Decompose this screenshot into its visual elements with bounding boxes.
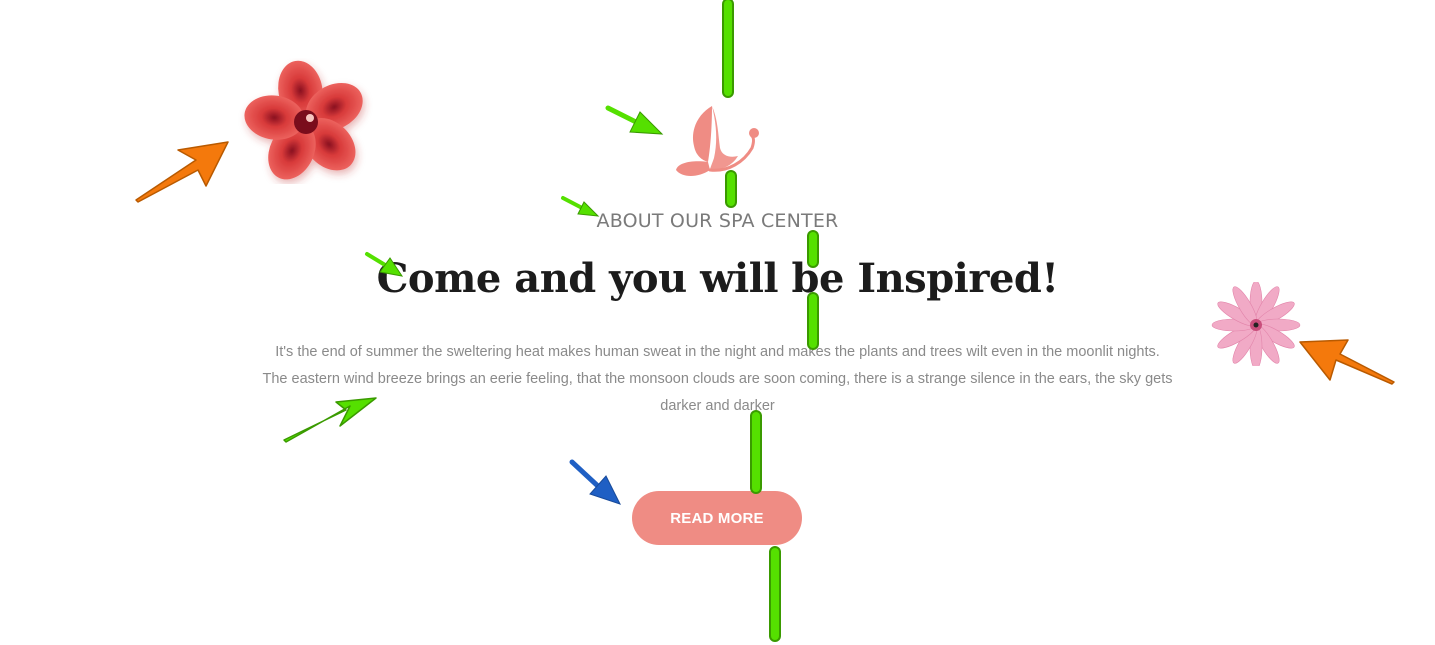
section-title: Come and you will be Inspired! <box>376 255 1059 302</box>
green-arrow-icon <box>605 105 664 135</box>
butterfly-icon <box>676 106 759 176</box>
red-hibiscus-flower-icon <box>244 60 363 180</box>
section-body: It's the end of summer the sweltering he… <box>250 339 1185 420</box>
body-line-1: It's the end of summer the sweltering he… <box>275 344 1160 360</box>
blue-arrow-icon <box>569 459 621 505</box>
orange-arrow-icon <box>1299 339 1395 385</box>
orange-arrow-icon <box>135 141 229 203</box>
body-line-2: The eastern wind breeze brings an eerie … <box>262 371 1173 387</box>
section-eyebrow: ABOUT OUR SPA CENTER <box>596 210 839 232</box>
body-line-3: darker and darker <box>660 398 775 414</box>
read-more-button[interactable]: READ MORE <box>632 491 802 545</box>
